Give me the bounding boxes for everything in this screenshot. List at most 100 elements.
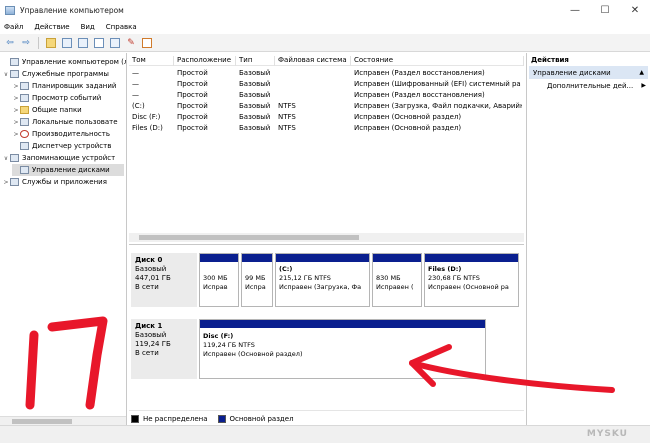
volume-row[interactable]: (C:) Простой Базовый NTFS Исправен (Загр… bbox=[129, 101, 524, 112]
chevron-right-icon[interactable]: > bbox=[12, 83, 20, 90]
partition-size: 215,12 ГБ NTFS bbox=[279, 274, 331, 282]
disk-type: Базовый bbox=[135, 331, 167, 339]
partition-d-drive[interactable]: Files (D:) 230,68 ГБ NTFS Исправен (Осно… bbox=[424, 253, 519, 307]
volume-layout: Простой bbox=[177, 113, 208, 121]
tree-item-label: Производительность bbox=[32, 130, 110, 138]
chevron-right-icon[interactable]: > bbox=[12, 95, 20, 102]
properties-icon[interactable] bbox=[77, 37, 89, 49]
tree-item-disk-management[interactable]: Управление дисками bbox=[12, 164, 124, 176]
partition-efi-99mb[interactable]: 99 МБ Испра bbox=[241, 253, 273, 307]
partition-bar bbox=[276, 254, 369, 262]
performance-icon bbox=[20, 130, 29, 138]
users-icon bbox=[20, 118, 29, 126]
disk-1-info[interactable]: Диск 1 Базовый 119,24 ГБ В сети bbox=[131, 319, 197, 379]
disk-type: Базовый bbox=[135, 265, 167, 273]
tree-item-label: Диспетчер устройств bbox=[32, 142, 112, 150]
column-volume[interactable]: Том bbox=[129, 56, 174, 66]
volume-status: Исправен (Раздел восстановления) bbox=[354, 69, 485, 77]
tree-item-event-viewer[interactable]: > Просмотр событий bbox=[12, 92, 101, 104]
column-type[interactable]: Тип bbox=[236, 56, 275, 66]
volume-row[interactable]: — Простой Базовый Исправен (Шифрованный … bbox=[129, 79, 524, 90]
chevron-down-icon[interactable]: ∨ bbox=[2, 71, 10, 78]
column-layout[interactable]: Расположение bbox=[174, 56, 236, 66]
volume-name: Files (D:) bbox=[132, 124, 163, 132]
chevron-down-icon[interactable]: ∨ bbox=[2, 155, 10, 162]
up-folder-icon[interactable] bbox=[45, 37, 57, 49]
volume-type: Базовый bbox=[239, 80, 271, 88]
tree-item-label: Управление компьютером (л bbox=[22, 58, 127, 66]
volume-row[interactable]: — Простой Базовый Исправен (Раздел восст… bbox=[129, 90, 524, 101]
disk-name: Диск 1 bbox=[135, 322, 163, 330]
tree-item-system-tools[interactable]: ∨ Служебные программы bbox=[2, 68, 109, 80]
clock-icon bbox=[20, 82, 29, 90]
collapse-icon[interactable]: ▲ bbox=[639, 69, 644, 76]
check-icon[interactable] bbox=[141, 37, 153, 49]
chevron-right-icon[interactable]: > bbox=[12, 131, 20, 138]
disk-size: 119,24 ГБ bbox=[135, 340, 171, 348]
volume-fs: NTFS bbox=[278, 124, 296, 132]
tree-item-performance[interactable]: > Производительность bbox=[12, 128, 110, 140]
storage-icon bbox=[10, 154, 19, 162]
volume-type: Базовый bbox=[239, 69, 271, 77]
disk-name: Диск 0 bbox=[135, 256, 163, 264]
chevron-right-icon[interactable]: > bbox=[12, 119, 20, 126]
help-icon[interactable] bbox=[93, 37, 105, 49]
partition-title: Files (D:) bbox=[428, 265, 462, 273]
connect-icon[interactable] bbox=[109, 37, 121, 49]
partition-bar bbox=[242, 254, 272, 262]
scrollbar-thumb[interactable] bbox=[12, 419, 72, 424]
window-title: Управление компьютером bbox=[20, 5, 124, 15]
back-arrow-icon[interactable]: ⇦ bbox=[4, 37, 16, 49]
tree-item-local-users[interactable]: > Локальные пользовате bbox=[12, 116, 118, 128]
menu-action[interactable]: Действие bbox=[34, 23, 69, 31]
partition-status: Исправ bbox=[203, 283, 228, 291]
minimize-button[interactable]: — bbox=[560, 0, 590, 20]
event-log-icon bbox=[20, 94, 29, 102]
volume-status: Исправен (Загрузка, Файл подкачки, Авари… bbox=[354, 102, 522, 110]
tree-item-services[interactable]: > Службы и приложения bbox=[2, 176, 107, 188]
partition-f-drive[interactable]: Disc (F:) 119,24 ГБ NTFS Исправен (Основ… bbox=[199, 319, 486, 379]
forward-arrow-icon[interactable]: ⇨ bbox=[20, 37, 32, 49]
partition-c-drive[interactable]: (C:) 215,12 ГБ NTFS Исправен (Загрузка, … bbox=[275, 253, 370, 307]
actions-pane: Действия Управление дисками ▲ Дополнител… bbox=[526, 53, 650, 425]
menu-view[interactable]: Вид bbox=[81, 23, 95, 31]
volume-list-horizontal-scrollbar[interactable] bbox=[129, 233, 524, 242]
menu-file[interactable]: Файл bbox=[4, 23, 23, 31]
column-file-system[interactable]: Файловая система bbox=[275, 56, 351, 66]
tree-item-device-manager[interactable]: Диспетчер устройств bbox=[12, 140, 111, 152]
tree-item-shared-folders[interactable]: > Общие папки bbox=[12, 104, 82, 116]
menu-help[interactable]: Справка bbox=[106, 23, 137, 31]
scrollbar-thumb[interactable] bbox=[139, 235, 359, 240]
partition-size: 830 МБ bbox=[376, 274, 401, 282]
partition-recovery-830mb[interactable]: 830 МБ Исправен ( bbox=[372, 253, 422, 307]
volume-list-header: Том Расположение Тип Файловая система Со… bbox=[129, 53, 524, 66]
partition-recovery-300mb[interactable]: 300 МБ Исправ bbox=[199, 253, 239, 307]
volume-row[interactable]: — Простой Базовый Исправен (Раздел восст… bbox=[129, 68, 524, 79]
partition-status: Исправен ( bbox=[376, 283, 414, 291]
tree-item-label: Планировщик заданий bbox=[32, 82, 117, 90]
navigation-tree: Управление компьютером (л ∨ Служебные пр… bbox=[0, 53, 127, 425]
partition-status: Исправен (Основной раздел) bbox=[203, 350, 303, 358]
chevron-right-icon[interactable]: > bbox=[2, 179, 10, 186]
action-label: Дополнительные дей... bbox=[547, 82, 634, 90]
tree-item-task-scheduler[interactable]: > Планировщик заданий bbox=[12, 80, 116, 92]
tree-item-storage[interactable]: ∨ Запоминающие устройст bbox=[2, 152, 115, 164]
volume-type: Базовый bbox=[239, 91, 271, 99]
disk-icon bbox=[20, 166, 29, 174]
settings-icon[interactable]: ✎ bbox=[125, 37, 137, 49]
chevron-right-icon[interactable]: > bbox=[12, 107, 20, 114]
console-tree-icon[interactable] bbox=[61, 37, 73, 49]
disk-0-info[interactable]: Диск 0 Базовый 447,01 ГБ В сети bbox=[131, 253, 197, 307]
action-more-actions[interactable]: Дополнительные дей... ▶ bbox=[527, 79, 650, 92]
maximize-button[interactable]: ☐ bbox=[590, 0, 620, 20]
tree-item-computer-management[interactable]: Управление компьютером (л bbox=[2, 56, 127, 68]
column-status[interactable]: Состояние bbox=[351, 56, 524, 66]
volume-row[interactable]: Files (D:) Простой Базовый NTFS Исправен… bbox=[129, 123, 524, 134]
tree-horizontal-scrollbar[interactable] bbox=[0, 416, 126, 425]
close-button[interactable]: ✕ bbox=[620, 0, 650, 20]
menu-bar: Файл Действие Вид Справка bbox=[0, 20, 650, 34]
partition-size: 230,68 ГБ NTFS bbox=[428, 274, 480, 282]
legend-label-primary: Основной раздел bbox=[229, 414, 294, 423]
actions-section-disk-management[interactable]: Управление дисками ▲ bbox=[529, 66, 648, 79]
volume-row[interactable]: Disc (F:) Простой Базовый NTFS Исправен … bbox=[129, 112, 524, 123]
